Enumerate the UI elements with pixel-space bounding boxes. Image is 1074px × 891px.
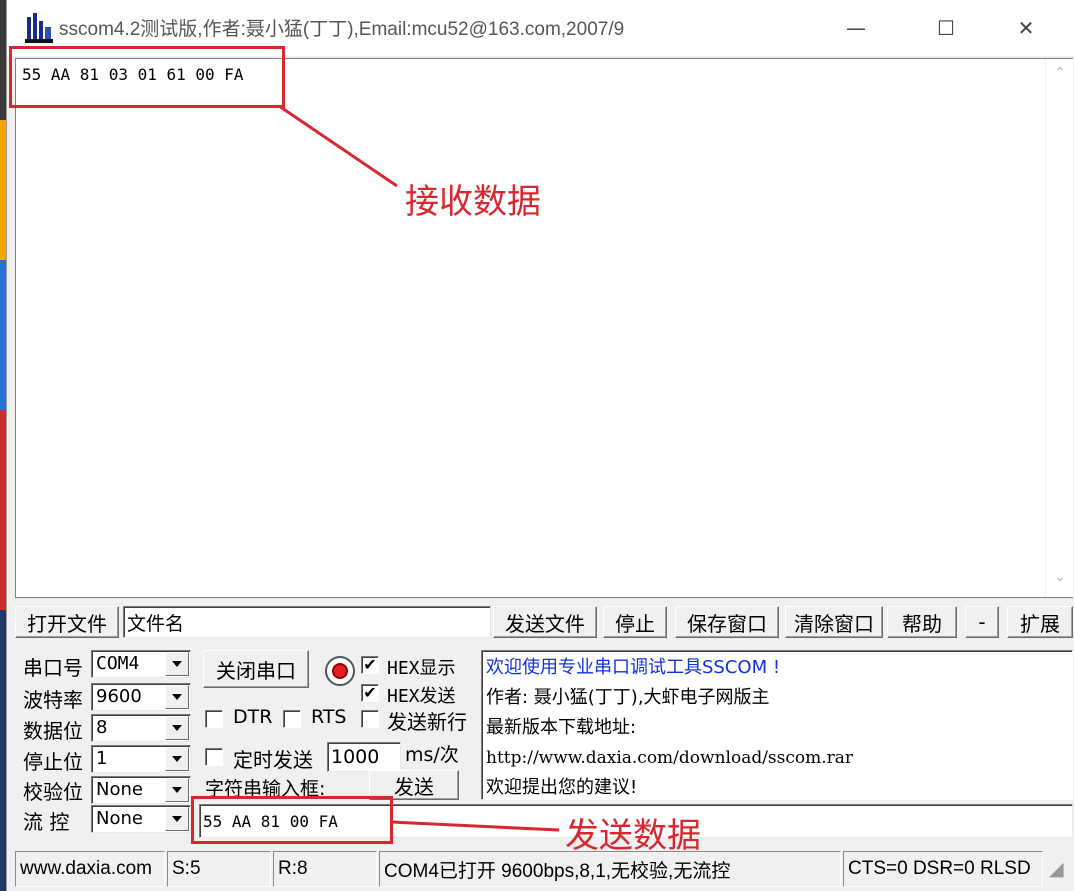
interval-unit: ms/次 <box>405 744 459 766</box>
chevron-down-icon[interactable] <box>165 652 189 676</box>
flow-value: None <box>96 808 143 829</box>
interval-input[interactable]: 1000 <box>327 742 401 772</box>
send-annotation: 发送数据 <box>565 816 701 856</box>
port-value: COM4 <box>96 653 140 674</box>
receive-annotation: 接收数据 <box>405 182 541 222</box>
info-download-link[interactable]: http://www.daxia.com/download/sscom.rar <box>486 743 1068 773</box>
maximize-button[interactable]: ☐ <box>911 0 981 56</box>
scroll-down-icon[interactable]: ⌄ <box>1046 569 1074 585</box>
receive-highlight-box <box>9 46 285 108</box>
status-bar: www.daxia.com S:5 R:8 COM4已打开 9600bps,8,… <box>15 851 1073 889</box>
flow-label: 流 控 <box>23 810 70 834</box>
sscom-window: sscom4.2测试版,作者:聂小猛(丁丁),Email:mcu52@163.c… <box>6 0 1074 891</box>
parity-select[interactable]: None <box>91 776 191 804</box>
status-sent-count: S:5 <box>167 851 271 887</box>
flow-select[interactable]: None <box>91 805 191 833</box>
info-feedback: 欢迎提出您的建议! <box>486 777 638 798</box>
chevron-down-icon[interactable] <box>165 716 189 740</box>
resize-grip-icon[interactable]: ◢ <box>1045 851 1073 887</box>
hex-display-checkbox[interactable]: ✔ <box>361 656 379 674</box>
data-bits-label: 数据位 <box>23 719 83 743</box>
chevron-down-icon[interactable] <box>165 747 189 771</box>
send-highlight-box <box>191 796 393 844</box>
newline-checkbox[interactable] <box>361 710 379 728</box>
parity-label: 校验位 <box>23 780 83 804</box>
minimize-button[interactable]: — <box>821 0 891 56</box>
receive-area[interactable]: 55 AA 81 03 01 61 00 FA ⌃ ⌄ <box>15 58 1073 598</box>
chevron-down-icon[interactable] <box>165 685 189 709</box>
send-file-button[interactable]: 发送文件 <box>493 606 597 638</box>
baud-value: 9600 <box>96 686 142 707</box>
stop-button[interactable]: 停止 <box>603 606 667 638</box>
hex-send-label: HEX发送 <box>387 686 456 707</box>
rts-checkbox[interactable] <box>283 710 301 728</box>
baud-select[interactable]: 9600 <box>91 683 191 711</box>
hex-send-checkbox[interactable]: ✔ <box>361 684 379 702</box>
port-label: 串口号 <box>23 656 83 680</box>
chevron-down-icon[interactable] <box>165 807 189 831</box>
baud-label: 波特率 <box>23 688 83 712</box>
timed-send-label: 定时发送 <box>233 748 313 772</box>
open-file-button[interactable]: 打开文件 <box>15 606 119 638</box>
app-icon <box>25 13 53 43</box>
hex-display-label: HEX显示 <box>387 658 456 679</box>
parity-value: None <box>96 779 143 800</box>
stop-bits-value: 1 <box>96 748 108 769</box>
newline-label: 发送新行 <box>387 710 467 734</box>
port-status-led-icon <box>325 656 355 686</box>
window-title: sscom4.2测试版,作者:聂小猛(丁丁),Email:mcu52@163.c… <box>59 19 625 40</box>
data-bits-select[interactable]: 8 <box>91 714 191 742</box>
save-window-button[interactable]: 保存窗口 <box>675 606 779 638</box>
data-bits-value: 8 <box>96 717 108 738</box>
collapse-button[interactable]: - <box>965 606 999 638</box>
dtr-checkbox[interactable] <box>205 710 223 728</box>
info-welcome: 欢迎使用专业串口调试工具SSCOM ! <box>486 657 781 678</box>
close-port-button[interactable]: 关闭串口 <box>203 650 309 688</box>
port-select[interactable]: COM4 <box>91 650 191 678</box>
info-panel: 欢迎使用专业串口调试工具SSCOM ! 作者: 聂小猛(丁丁),大虾电子网版主 … <box>481 650 1073 800</box>
stop-bits-select[interactable]: 1 <box>91 745 191 773</box>
chevron-down-icon[interactable] <box>165 778 189 802</box>
stop-bits-label: 停止位 <box>23 750 83 774</box>
help-button[interactable]: 帮助 <box>887 606 957 638</box>
file-name-field[interactable]: 文件名 <box>123 606 491 638</box>
status-received-count: R:8 <box>273 851 377 887</box>
vertical-scrollbar[interactable]: ⌃ ⌄ <box>1045 59 1073 597</box>
dtr-label: DTR <box>233 706 273 728</box>
clear-window-button[interactable]: 清除窗口 <box>785 606 883 638</box>
expand-button[interactable]: 扩展 <box>1007 606 1073 638</box>
rts-label: RTS <box>311 706 347 728</box>
scroll-up-icon[interactable]: ⌃ <box>1046 65 1074 81</box>
status-site: www.daxia.com <box>15 851 165 887</box>
info-author: 作者: 聂小猛(丁丁),大虾电子网版主 <box>486 687 770 708</box>
info-download-label: 最新版本下载地址: <box>486 717 637 738</box>
status-lines: CTS=0 DSR=0 RLSD <box>843 851 1043 887</box>
close-button[interactable]: ✕ <box>991 0 1061 56</box>
timed-send-checkbox[interactable] <box>205 748 223 766</box>
